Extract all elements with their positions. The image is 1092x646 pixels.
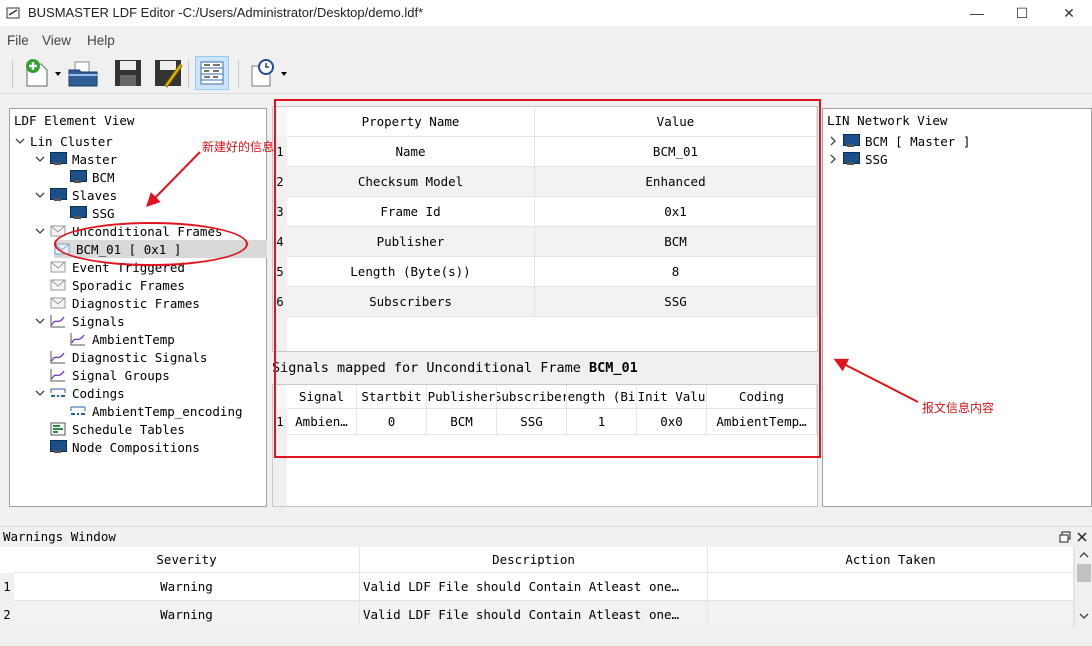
warnings-scrollbar[interactable] xyxy=(1074,547,1092,627)
row-number: 1 xyxy=(0,573,14,601)
column-header-description[interactable]: Description xyxy=(360,547,708,573)
action-taken-cell xyxy=(708,601,1074,629)
scroll-down-icon[interactable] xyxy=(1079,611,1089,621)
arrow-to-ellipse xyxy=(146,151,201,207)
column-header-severity[interactable]: Severity xyxy=(14,547,360,573)
description-cell: Valid LDF File should Contain Atleast on… xyxy=(360,573,708,601)
restore-icon[interactable] xyxy=(1059,531,1071,543)
row-number: 2 xyxy=(0,601,14,629)
warnings-window-title: Warnings Window xyxy=(3,529,116,544)
severity-cell: Warning xyxy=(14,573,360,601)
column-header-action-taken[interactable]: Action Taken xyxy=(708,547,1074,573)
action-taken-cell xyxy=(708,573,1074,601)
arrow-to-frame-box xyxy=(833,358,919,403)
warnings-window-header: Warnings Window xyxy=(0,526,1092,546)
warnings-grid: Severity Description Action Taken 1 Warn… xyxy=(0,547,1074,629)
grid-corner xyxy=(0,547,14,573)
severity-cell: Warning xyxy=(14,601,360,629)
description-cell: Valid LDF File should Contain Atleast on… xyxy=(360,601,708,629)
close-icon[interactable] xyxy=(1076,531,1088,543)
status-bar xyxy=(0,627,1092,646)
scroll-up-icon[interactable] xyxy=(1079,550,1089,560)
scrollbar-thumb[interactable] xyxy=(1077,564,1091,582)
